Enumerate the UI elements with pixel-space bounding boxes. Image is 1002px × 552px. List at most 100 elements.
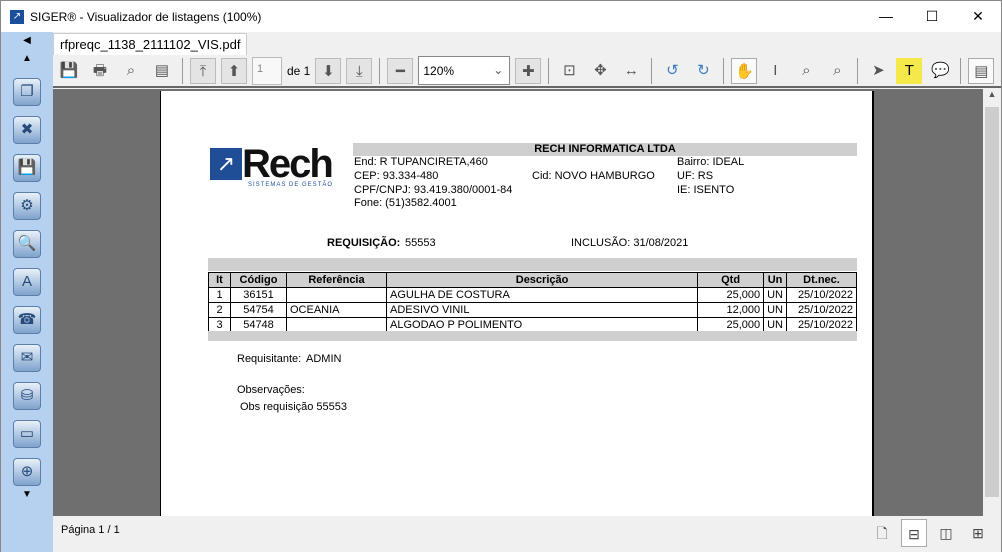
- separator: [960, 57, 962, 84]
- table-row: 2 54754 OCEANIA ADESIVO VINIL 12,000 UN 25/10/…: [208, 302, 857, 318]
- zoom-select[interactable]: 120% ⌄: [418, 56, 511, 85]
- tab-document[interactable]: rfpreqc_1138_2111102_VIS.pdf: [53, 33, 248, 55]
- col-it: It: [208, 272, 231, 288]
- observations-label: Observações:: [237, 384, 305, 396]
- requester-label: Requisitante:: [237, 353, 302, 365]
- continuous-facing-view-icon[interactable]: ⊞: [965, 519, 991, 547]
- page-panel-icon[interactable]: ▤: [968, 57, 995, 84]
- zoom-value: 120%: [423, 64, 455, 78]
- requisition-number: 55553: [405, 237, 436, 249]
- rotate-right-icon[interactable]: ↻: [690, 58, 716, 84]
- status-bar: Página 1 / 1 🗋 ⊟ ◫ ⊞: [53, 516, 1001, 552]
- table-cell: 25/10/2022: [786, 302, 857, 318]
- fit-page-icon[interactable]: ✥: [587, 58, 613, 84]
- inclusion-date: INCLUSÃO: 31/08/2021: [571, 237, 689, 249]
- facing-view-icon[interactable]: ◫: [933, 519, 959, 547]
- delete-file-icon[interactable]: ✖: [13, 116, 41, 144]
- text-annotation-icon[interactable]: T: [896, 57, 923, 84]
- fit-width-icon[interactable]: ↔: [618, 58, 644, 84]
- items-table: It Código Referência Descrição Qtd Un Dt…: [208, 272, 857, 333]
- address: End: R TUPANCIRETA,460: [354, 156, 488, 168]
- table-cell: UN: [763, 302, 787, 318]
- title-bar: ↗ SIGER® - Visualizador de listagens (10…: [1, 1, 1001, 32]
- rotate-left-icon[interactable]: ↺: [659, 58, 685, 84]
- hand-tool-icon[interactable]: ✋: [731, 57, 758, 84]
- page-indicator: Página 1 / 1: [61, 524, 120, 536]
- col-descricao: Descrição: [385, 272, 699, 288]
- print-icon[interactable]: 🖶: [87, 58, 113, 84]
- col-referencia: Referência: [286, 272, 387, 288]
- first-page-button[interactable]: ⤒: [190, 57, 216, 84]
- neighborhood: Bairro: IDEAL: [677, 156, 745, 168]
- actual-size-icon[interactable]: ⊡: [556, 58, 582, 84]
- copy-icon[interactable]: ❐: [13, 78, 41, 106]
- col-dtnec: Dt.nec.: [786, 272, 857, 288]
- separator: [182, 57, 183, 84]
- table-row: 1 36151 AGULHA DE COSTURA 25,000 UN 25/10/202…: [208, 287, 857, 303]
- separator: [723, 57, 725, 84]
- requester: ADMIN: [306, 353, 342, 365]
- table-cell: AGULHA DE COSTURA: [385, 287, 699, 303]
- cnpj: CPF/CNPJ: 93.419.380/0001-84: [354, 184, 513, 196]
- table-cell: 54754: [230, 302, 287, 318]
- collapse-left-button[interactable]: ◀: [1, 32, 53, 50]
- table-cell: UN: [763, 287, 787, 303]
- observations: Obs requisição 55553: [240, 401, 348, 413]
- table-cell: 36151: [230, 287, 287, 303]
- pdf-icon[interactable]: A: [13, 268, 41, 296]
- next-page-button[interactable]: ⬇: [315, 57, 342, 84]
- scroll-down-button[interactable]: ▼: [1, 486, 53, 504]
- zoom-in-button[interactable]: ✚: [515, 57, 542, 84]
- col-codigo: Código: [230, 272, 287, 288]
- company-name: RECH INFORMATICA LTDA: [534, 143, 676, 155]
- vertical-scrollbar[interactable]: ▲: [983, 89, 1001, 516]
- logo-text: Rech: [242, 142, 334, 186]
- logo-subtitle: SISTEMAS DE GESTÃO: [248, 182, 334, 188]
- email-icon[interactable]: ✉: [13, 344, 41, 372]
- page-number-input[interactable]: 1: [252, 56, 282, 85]
- document-viewport: ↗ Rech SISTEMAS DE GESTÃO RECH INFORMATI…: [53, 89, 983, 516]
- single-page-view-icon[interactable]: 🗋: [869, 519, 895, 547]
- table-cell: OCEANIA: [286, 302, 387, 318]
- table-cell: 1: [208, 287, 231, 303]
- minimize-button[interactable]: —: [863, 1, 909, 32]
- table-header: It Código Referência Descrição Qtd Un Dt…: [208, 272, 857, 288]
- state-registration: IE: ISENTO: [677, 184, 735, 196]
- text-select-icon[interactable]: I: [762, 58, 788, 84]
- table-cell: 25/10/2022: [786, 287, 857, 303]
- scroll-up-arrow[interactable]: ▲: [983, 89, 1001, 99]
- marquee-zoom-icon[interactable]: ⌕: [793, 58, 819, 84]
- zoom-out-button[interactable]: ━: [387, 57, 414, 84]
- separator: [857, 57, 859, 84]
- save-icon[interactable]: 💾: [13, 154, 41, 182]
- sidebar: ◀ ▲ ❐ ✖ 💾 ⚙ 🔍 A ☎ ✉ ⛁ ▭ ⊕ ▼: [1, 32, 53, 552]
- scroll-up-button[interactable]: ▲: [1, 50, 53, 68]
- zoom-icon[interactable]: ⊕: [13, 458, 41, 486]
- table-cell: 25,000: [697, 287, 765, 303]
- state: UF: RS: [677, 170, 714, 182]
- continuous-view-icon[interactable]: ⊟: [901, 519, 927, 547]
- preview-icon[interactable]: 🔍: [13, 230, 41, 258]
- scroll-thumb[interactable]: [985, 107, 999, 497]
- window-title: SIGER® - Visualizador de listagens (100%…: [30, 9, 262, 24]
- previous-page-button[interactable]: ⬆: [221, 57, 247, 84]
- city: Cid: NOVO HAMBURGO: [532, 170, 655, 182]
- col-un: Un: [763, 272, 787, 288]
- pointer-icon[interactable]: ➤: [865, 58, 891, 84]
- table-cell: 12,000: [697, 302, 765, 318]
- maximize-button[interactable]: ☐: [909, 1, 955, 32]
- page-view-icon[interactable]: ▤: [149, 58, 175, 84]
- find-binoculars-icon[interactable]: ⌕: [118, 58, 144, 84]
- database-icon[interactable]: ⛁: [13, 382, 41, 410]
- close-button[interactable]: ✕: [955, 1, 1001, 32]
- fax-icon[interactable]: ☎: [13, 306, 41, 334]
- settings-icon[interactable]: ⚙: [13, 192, 41, 220]
- document-page: ↗ Rech SISTEMAS DE GESTÃO RECH INFORMATI…: [160, 91, 874, 516]
- last-page-button[interactable]: ⤓: [346, 57, 373, 84]
- requisition-label: REQUISIÇÃO:: [327, 237, 401, 249]
- save-icon[interactable]: 💾: [56, 58, 82, 84]
- dynamic-zoom-icon[interactable]: ⌕: [824, 58, 850, 84]
- phone: Fone: (51)3582.4001: [354, 197, 457, 209]
- monitor-icon[interactable]: ▭: [13, 420, 41, 448]
- comment-icon[interactable]: 💬: [927, 58, 953, 84]
